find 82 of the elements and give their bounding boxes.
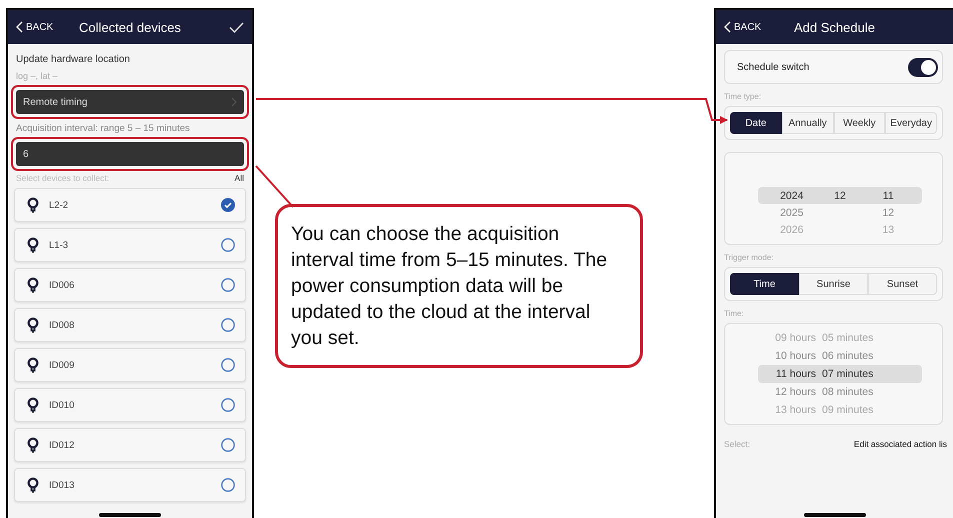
screen-title: Collected devices xyxy=(78,20,182,34)
device-row[interactable]: ID010 xyxy=(14,388,246,422)
hours-value: 09 hours xyxy=(774,332,817,344)
select-all-link[interactable]: All xyxy=(234,173,244,183)
radio-circle-icon[interactable] xyxy=(221,358,235,372)
leader-line xyxy=(255,165,294,208)
edit-action-link[interactable]: Edit associated action lis xyxy=(854,439,947,449)
trigger-mode-tab[interactable]: Sunset xyxy=(868,273,937,295)
hours-value: 10 hours xyxy=(774,350,817,362)
checked-circle-icon[interactable] xyxy=(221,198,235,212)
time-type-tab[interactable]: Date xyxy=(730,112,782,134)
device-row[interactable]: L1-3 xyxy=(14,228,246,262)
hours-value: 12 hours xyxy=(774,386,817,398)
switch-label: Schedule switch xyxy=(737,62,810,72)
device-row[interactable]: ID009 xyxy=(14,348,246,382)
radio-circle-icon[interactable] xyxy=(221,278,235,292)
checkmark-icon[interactable] xyxy=(229,22,244,32)
device-row[interactable]: L2-2 xyxy=(14,188,246,222)
radio-circle-icon[interactable] xyxy=(221,238,235,252)
device-name: ID013 xyxy=(49,480,74,490)
minutes-value: 06 minutes xyxy=(822,350,874,362)
day-value: 13 xyxy=(881,224,896,236)
back-button[interactable]: BACK xyxy=(16,21,76,33)
trigger-mode-tab[interactable]: Sunrise xyxy=(799,273,868,295)
interval-label: Acquisition interval: range 5 – 15 minutes xyxy=(16,123,191,134)
date-picker[interactable]: 2024 12 11 2025 12 2026 13 xyxy=(724,152,943,245)
light-bulb-icon xyxy=(27,277,39,293)
light-bulb-icon xyxy=(27,197,39,213)
minutes-value: 09 minutes xyxy=(822,404,874,416)
chevron-right-icon xyxy=(231,97,237,107)
device-name: ID009 xyxy=(49,360,74,370)
day-value: 11 xyxy=(882,190,895,202)
light-bulb-icon xyxy=(27,317,39,333)
radio-circle-icon[interactable] xyxy=(221,318,235,332)
device-name: ID008 xyxy=(49,320,74,330)
toggle-switch[interactable] xyxy=(908,58,938,76)
hours-value: 13 hours xyxy=(774,404,817,416)
select-label: Select devices to collect: xyxy=(16,173,110,183)
location-text: log –, lat – xyxy=(16,71,59,81)
time-type-label: Time type: xyxy=(724,92,762,101)
time-type-tab[interactable]: Annually xyxy=(782,112,834,134)
time-picker[interactable]: 09 hours 05 minutes 10 hours 06 minutes 11 hours 07 minutes 12 hours 08 minutes 13 hours 09 minutes xyxy=(724,323,943,425)
light-bulb-icon xyxy=(27,437,39,453)
year-value: 2024 xyxy=(779,190,804,202)
remote-timing-item[interactable]: Remote timing xyxy=(16,90,244,114)
screen-title: Add Schedule xyxy=(793,20,876,34)
device-row[interactable]: ID013 xyxy=(14,468,246,502)
hours-value: 11 hours xyxy=(774,368,817,380)
device-row[interactable]: ID008 xyxy=(14,308,246,342)
minutes-value: 08 minutes xyxy=(822,386,874,398)
radio-circle-icon[interactable] xyxy=(221,438,235,452)
back-button[interactable]: BACK xyxy=(724,21,784,33)
light-bulb-icon xyxy=(27,357,39,373)
day-value: 12 xyxy=(881,206,896,218)
device-name: L1-3 xyxy=(49,240,68,250)
select-label: Select: xyxy=(724,439,750,449)
minutes-value: 05 minutes xyxy=(822,332,874,344)
device-row[interactable]: ID012 xyxy=(14,428,246,462)
light-bulb-icon xyxy=(27,237,39,253)
time-type-tab[interactable]: Everyday xyxy=(885,112,937,134)
section-title: Update hardware location xyxy=(16,54,131,65)
device-row[interactable]: ID006 xyxy=(14,268,246,302)
interval-field[interactable]: 6 xyxy=(16,142,244,166)
year-value: 2026 xyxy=(779,224,804,236)
callout-text: You can choose the acquisition interval time from 5–15 minutes. The power consumption data will be updated to the cloud at the interval you set. xyxy=(275,204,643,368)
device-name: ID010 xyxy=(49,400,74,410)
year-value: 2025 xyxy=(779,206,804,218)
chevron-left-icon xyxy=(724,21,731,33)
device-name: ID012 xyxy=(49,440,74,450)
time-type-tab[interactable]: Weekly xyxy=(834,112,886,134)
chevron-left-icon xyxy=(16,21,23,33)
radio-circle-icon[interactable] xyxy=(221,398,235,412)
trigger-label: Trigger mode: xyxy=(724,253,774,262)
light-bulb-icon xyxy=(27,397,39,413)
radio-circle-icon[interactable] xyxy=(221,478,235,492)
time-label: Time: xyxy=(724,309,745,318)
light-bulb-icon xyxy=(27,477,39,493)
device-name: L2-2 xyxy=(49,200,68,210)
trigger-mode-tab[interactable]: Time xyxy=(730,273,799,295)
month-value: 12 xyxy=(833,190,847,202)
device-name: ID006 xyxy=(49,280,74,290)
minutes-value: 07 minutes xyxy=(822,368,874,380)
